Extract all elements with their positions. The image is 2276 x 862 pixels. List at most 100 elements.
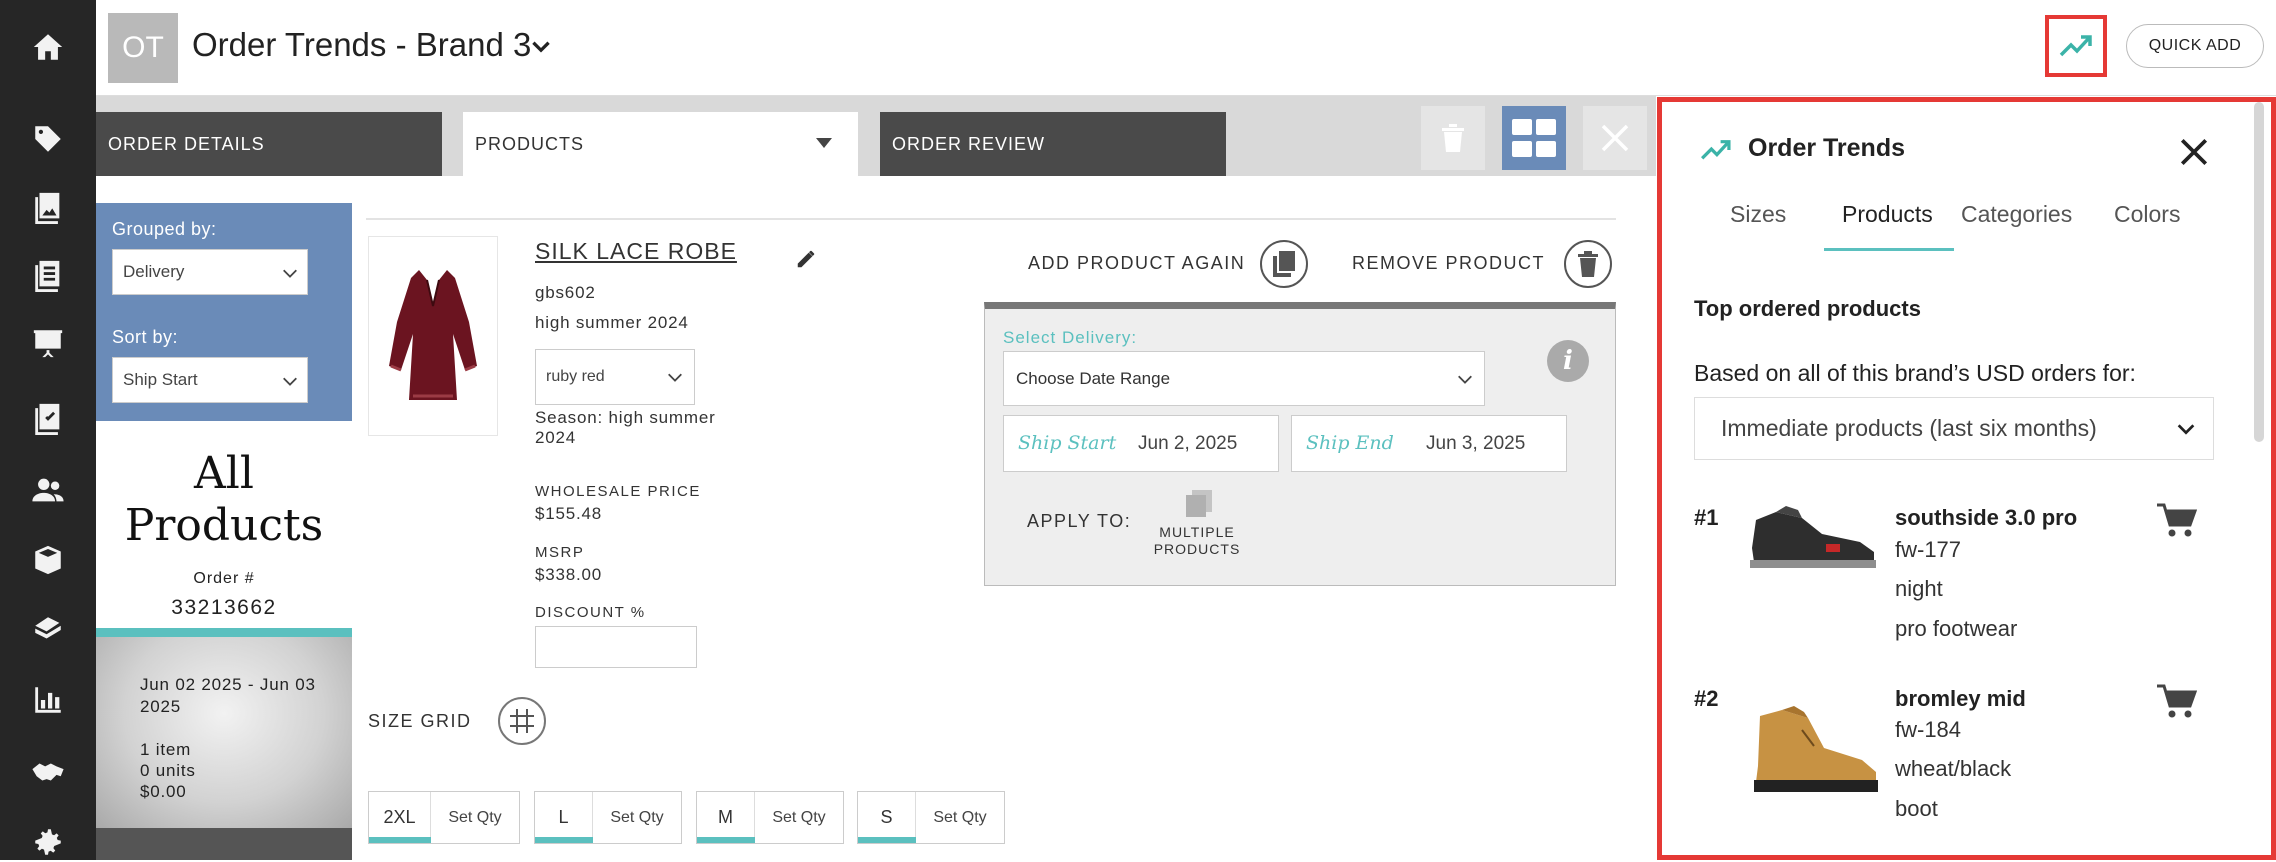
close-icon	[1601, 124, 1629, 152]
size-label: 2XL	[369, 792, 431, 843]
chevron-down-icon	[668, 373, 682, 382]
tab-products[interactable]: PRODUCTS	[463, 112, 858, 176]
close-order-button[interactable]	[1583, 106, 1647, 170]
ship-start-field[interactable]: Ship Start Jun 2, 2025	[1003, 415, 1279, 472]
based-on-text: Based on all of this brand’s USD orders …	[1694, 360, 2136, 386]
select-delivery-label: Select Delivery:	[1003, 328, 1138, 347]
summary-date-range-1: Jun 02 2025 - Jun 03	[140, 675, 316, 694]
summary-units: 0 units	[140, 761, 196, 780]
cart-icon[interactable]	[2157, 684, 2197, 720]
product-image[interactable]	[368, 236, 498, 436]
chevron-down-icon	[2177, 424, 2195, 435]
sort-by-value: Ship Start	[123, 370, 198, 389]
info-icon[interactable]: i	[1547, 340, 1589, 382]
discount-input[interactable]	[535, 626, 697, 668]
tab-colors[interactable]: Colors	[2114, 201, 2180, 228]
size-cell-m[interactable]: M Set Qty	[696, 791, 844, 844]
add-product-again-button[interactable]	[1260, 240, 1308, 288]
order-trends-button[interactable]	[2045, 15, 2107, 77]
catalog-icon[interactable]	[28, 187, 68, 227]
nav-rail	[0, 0, 96, 860]
shipping-icon[interactable]	[28, 610, 68, 650]
size-grid-button[interactable]	[498, 697, 546, 745]
sort-by-select[interactable]: Ship Start	[112, 357, 308, 403]
gear-icon[interactable]	[28, 822, 68, 862]
grid-hash-icon	[510, 709, 534, 733]
item-1-category: pro footwear	[1895, 616, 2018, 641]
tag-icon[interactable]	[28, 119, 68, 159]
product-collection: high summer 2024	[535, 313, 689, 332]
delivery-summary-card[interactable]: Jun 02 2025 - Jun 03 2025 1 item 0 units…	[96, 628, 352, 828]
grouped-by-value: Delivery	[123, 262, 185, 281]
size-cell-2xl[interactable]: 2XL Set Qty	[368, 791, 520, 844]
set-qty-input[interactable]: Set Qty	[755, 792, 843, 843]
rank-2: #2	[1694, 686, 1719, 711]
size-cell-s[interactable]: S Set Qty	[857, 791, 1005, 844]
chevron-down-icon[interactable]	[528, 34, 554, 60]
presentation-icon[interactable]	[28, 323, 68, 363]
rank-1: #1	[1694, 505, 1719, 530]
period-select[interactable]: Immediate products (last six months)	[1694, 397, 2214, 460]
tab-categories[interactable]: Categories	[1961, 201, 2072, 228]
quick-add-button[interactable]: QUICK ADD	[2126, 24, 2264, 68]
discount-label: DISCOUNT %	[535, 604, 646, 621]
bar-chart-icon[interactable]	[28, 680, 68, 720]
multiple-products-icon[interactable]	[1184, 490, 1214, 518]
tab-sizes[interactable]: Sizes	[1730, 201, 1786, 228]
active-tab-indicator	[1824, 248, 1954, 251]
product-thumbnail[interactable]	[1742, 504, 1880, 576]
item-2-category: boot	[1895, 796, 1938, 821]
item-2-name: bromley mid	[1895, 686, 2026, 711]
size-cell-l[interactable]: L Set Qty	[534, 791, 682, 844]
order-number: 33213662	[171, 596, 277, 619]
set-qty-input[interactable]: Set Qty	[431, 792, 519, 843]
set-qty-input[interactable]: Set Qty	[593, 792, 681, 843]
ship-end-field[interactable]: Ship End Jun 3, 2025	[1291, 415, 1567, 472]
users-icon[interactable]	[28, 470, 68, 510]
delete-order-button[interactable]	[1421, 106, 1485, 170]
box-icon[interactable]	[28, 540, 68, 580]
set-qty-input[interactable]: Set Qty	[916, 792, 1004, 843]
wholesale-price-label: WHOLESALE PRICE	[535, 483, 701, 500]
home-icon[interactable]	[28, 27, 68, 67]
size-grid-label: SIZE GRID	[368, 711, 472, 731]
add-product-again-label[interactable]: ADD PRODUCT AGAIN	[1028, 253, 1245, 274]
size-indicator	[858, 837, 916, 843]
tab-order-review[interactable]: ORDER REVIEW	[880, 112, 1226, 176]
brand-avatar: OT	[108, 13, 178, 83]
all-products-line1: All	[194, 448, 254, 499]
panel-title: Order Trends	[1748, 134, 1905, 162]
close-icon[interactable]	[2178, 136, 2210, 168]
summary-footer	[96, 828, 352, 860]
top-header: OT Order Trends - Brand 3	[96, 0, 2276, 96]
trending-up-icon	[2059, 35, 2092, 57]
tab-order-details[interactable]: ORDER DETAILS	[96, 112, 442, 176]
item-2-color: wheat/black	[1895, 756, 2012, 781]
list-icon[interactable]	[28, 255, 68, 295]
remove-product-label[interactable]: REMOVE PRODUCT	[1352, 253, 1545, 274]
caret-down-icon	[816, 138, 832, 148]
ship-start-value: Jun 2, 2025	[1138, 433, 1238, 454]
item-1-color: night	[1895, 576, 1943, 601]
color-select[interactable]: ruby red	[535, 349, 695, 405]
grid-view-button[interactable]	[1502, 106, 1566, 170]
tab-products-trends[interactable]: Products	[1842, 201, 1933, 228]
period-value: Immediate products (last six months)	[1721, 415, 2097, 441]
edit-pencil-icon[interactable]	[795, 248, 817, 270]
summary-date-range-2: 2025	[140, 697, 182, 716]
cart-icon[interactable]	[2157, 503, 2197, 539]
product-thumbnail[interactable]	[1742, 706, 1880, 798]
grouped-by-select[interactable]: Delivery	[112, 249, 308, 295]
item-1-sku: fw-177	[1895, 537, 1962, 562]
handshake-icon[interactable]	[28, 752, 68, 792]
product-name-link[interactable]: SILK LACE ROBE	[535, 238, 737, 265]
multiple-products-button[interactable]: MULTIPLE PRODUCTS	[1142, 524, 1252, 558]
page-title[interactable]: Order Trends - Brand 3	[192, 26, 531, 64]
panel-scrollbar[interactable]	[2254, 102, 2264, 442]
item-2-sku: fw-184	[1895, 717, 1962, 742]
ship-end-label: Ship End	[1306, 432, 1394, 454]
remove-product-button[interactable]	[1564, 240, 1612, 288]
checklist-icon[interactable]	[28, 398, 68, 438]
color-value: ruby red	[546, 368, 605, 385]
date-range-select[interactable]: Choose Date Range	[1003, 351, 1485, 406]
